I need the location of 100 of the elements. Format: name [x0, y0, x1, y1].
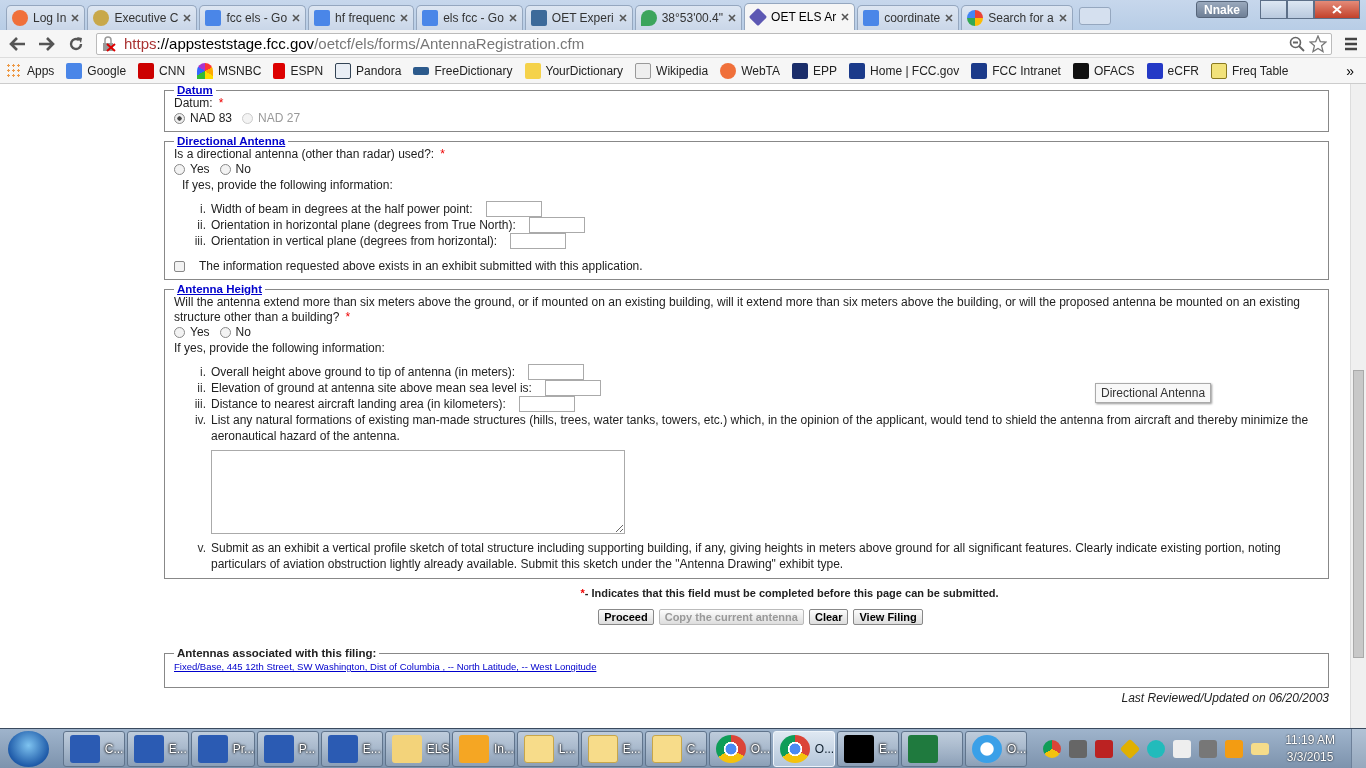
radio-button[interactable]: [174, 113, 185, 124]
form-button[interactable]: Clear: [808, 609, 849, 625]
radio-button[interactable]: [219, 164, 231, 175]
list-number: iii.: [193, 396, 207, 412]
browser-tab[interactable]: fcc els - Go: [199, 5, 307, 30]
tab-title: 38°53'00.4": [661, 11, 724, 25]
browser-tab[interactable]: hf frequenc: [308, 5, 415, 30]
form-button[interactable]: Proceed: [598, 609, 654, 625]
tab-title: fcc els - Go: [226, 11, 288, 25]
last-updated-text: Last Reviewed/Updated on 06/20/2003: [1120, 691, 1329, 705]
bookmark[interactable]: MSNBC: [197, 62, 262, 79]
tab-title: coordinate: [884, 11, 941, 25]
input-field[interactable]: [518, 396, 575, 412]
bookmark[interactable]: ESPN: [273, 62, 324, 79]
bookmark[interactable]: WebTA: [720, 62, 781, 79]
form-button[interactable]: View Filing: [853, 609, 923, 625]
close-icon[interactable]: [183, 14, 192, 22]
back-icon[interactable]: [8, 35, 26, 52]
text-area[interactable]: [211, 450, 625, 534]
new-tab-button[interactable]: [1078, 7, 1111, 25]
tab-title: hf frequenc: [335, 11, 396, 25]
input-field[interactable]: [485, 201, 542, 217]
bookmark[interactable]: FCC Intranet: [971, 62, 1061, 79]
bookmark[interactable]: Pandora: [335, 62, 402, 79]
map-pin-icon: [640, 10, 657, 26]
close-button[interactable]: [1314, 0, 1360, 19]
section-title: Antennas associated with this filing:: [176, 647, 378, 659]
minimize-button[interactable]: [1260, 0, 1287, 19]
required-note: - Indicates that this field must be completed before this page can be submitted.: [584, 587, 999, 599]
input-field[interactable]: [544, 380, 601, 396]
menu-icon[interactable]: [1344, 36, 1358, 51]
section-link[interactable]: Datum: [177, 84, 213, 96]
bookmark[interactable]: Home | FCC.gov: [849, 62, 960, 79]
restore-button[interactable]: [1287, 0, 1314, 19]
radio-label: No: [235, 162, 251, 177]
antenna-link[interactable]: Fixed/Base, 445 12th Street, SW Washington, Dist of Columbia , -- North Latitude, -- West Longitude: [174, 661, 597, 672]
close-icon[interactable]: [618, 14, 627, 22]
field-label: Distance to nearest aircraft landing area (in kilometers):: [211, 396, 506, 412]
required-mark: *: [440, 147, 445, 161]
browser-tab[interactable]: els fcc - Go: [416, 5, 523, 30]
browser-tab[interactable]: Log In: [6, 5, 86, 30]
radio-button[interactable]: [174, 327, 185, 338]
taskbar-button[interactable]: [901, 730, 963, 767]
input-field[interactable]: [528, 217, 585, 233]
more-bookmarks-button[interactable]: »: [1346, 62, 1360, 79]
close-icon[interactable]: [71, 14, 80, 22]
close-icon[interactable]: [508, 14, 517, 22]
tooltip: Directional Antenna: [1095, 383, 1212, 403]
bookmark[interactable]: eCFR: [1146, 62, 1199, 79]
bookmark[interactable]: YourDictionary: [524, 62, 624, 79]
browser-tab[interactable]: OET ELS Ar: [744, 3, 856, 30]
browser-tab[interactable]: 38°53'00.4": [634, 5, 743, 30]
close-icon[interactable]: [841, 13, 850, 21]
question-text: Is a directional antenna (other than radar) used?: *: [174, 147, 446, 162]
taskbar-button[interactable]: O...: [772, 730, 835, 767]
close-icon: [1332, 5, 1342, 14]
section-link[interactable]: Directional Antenna: [177, 135, 286, 147]
tab-title: Search for a: [988, 11, 1054, 25]
radio-button[interactable]: [219, 327, 231, 338]
input-field[interactable]: [510, 233, 567, 249]
browser-tab[interactable]: Executive C: [87, 5, 198, 30]
broken-lock-icon: [101, 35, 117, 52]
bookmark[interactable]: Google: [66, 62, 127, 79]
checkbox[interactable]: [174, 260, 185, 272]
browser-tab[interactable]: coordinate: [857, 5, 960, 30]
close-icon[interactable]: [292, 14, 301, 22]
bookmark[interactable]: Freq Table: [1210, 62, 1289, 79]
bookmark[interactable]: CNN: [138, 62, 186, 79]
section-link[interactable]: Antenna Height: [177, 283, 262, 295]
close-icon[interactable]: [728, 14, 737, 22]
star-icon[interactable]: [1309, 34, 1327, 53]
instruction-text: If yes, provide the following information:: [182, 178, 394, 193]
apps-grid-icon: [6, 62, 22, 79]
field-label: Overall height above ground to tip of antenna (in meters):: [211, 364, 516, 380]
bookmark[interactable]: FreeDictionary: [413, 63, 513, 78]
instruction-text: If yes, provide the following information:: [174, 341, 386, 356]
radio-label: NAD 27: [258, 111, 301, 126]
bookmark[interactable]: OFACS: [1072, 62, 1135, 79]
browser-tab[interactable]: Search for a: [961, 5, 1073, 30]
reload-icon[interactable]: [68, 35, 84, 52]
close-icon[interactable]: [945, 14, 954, 22]
browser-tab[interactable]: OET Experi: [524, 5, 633, 30]
scrollbar[interactable]: [1350, 84, 1366, 728]
forward-icon[interactable]: [38, 35, 56, 52]
radio-button[interactable]: [174, 164, 185, 175]
list-number: ii.: [196, 380, 207, 396]
start-button[interactable]: [8, 730, 49, 767]
zoom-icon[interactable]: [1289, 35, 1305, 52]
logo-icon: [1072, 62, 1089, 79]
show-desktop-button[interactable]: [1351, 729, 1366, 768]
tab-title: els fcc - Go: [443, 11, 504, 25]
bookmark[interactable]: Apps: [6, 62, 55, 79]
bookmark[interactable]: Wikipedia: [635, 62, 709, 79]
close-icon[interactable]: [400, 14, 409, 22]
input-field[interactable]: [528, 364, 585, 380]
radio-label: Yes: [190, 325, 210, 340]
tab-title: OET Experi: [551, 11, 614, 25]
bookmark[interactable]: EPP: [792, 62, 838, 79]
address-bar[interactable]: https://appsteststage.fcc.gov/oetcf/els/forms/AntennaRegistration.cfm: [96, 32, 1332, 55]
close-icon[interactable]: [1058, 14, 1067, 22]
